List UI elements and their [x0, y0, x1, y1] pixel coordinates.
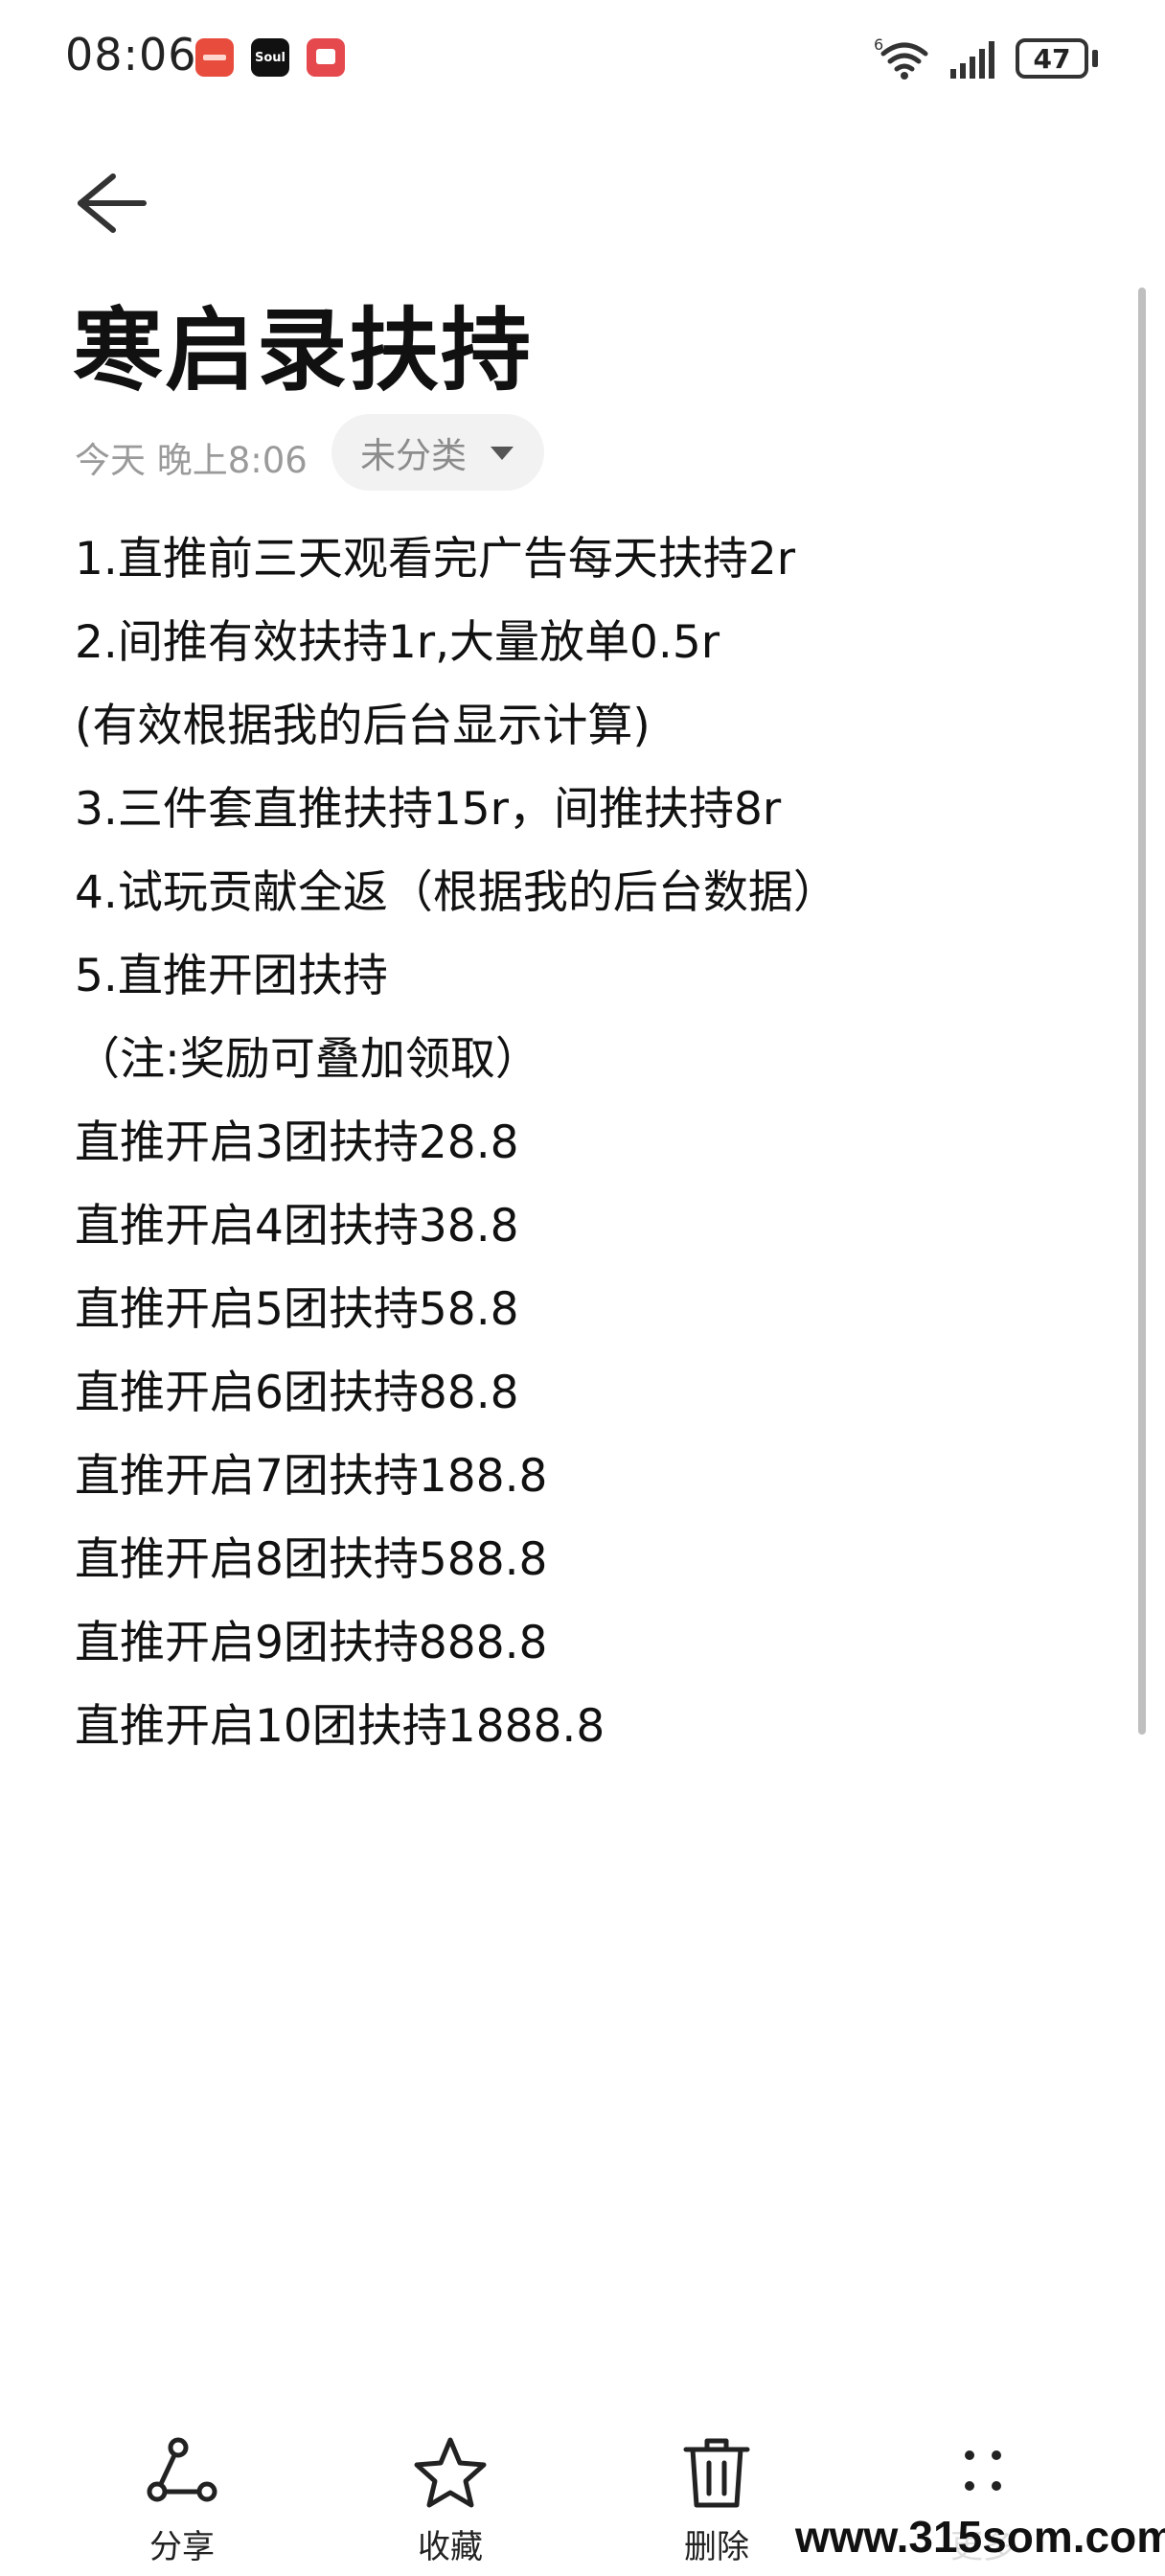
status-time: 08:06 [65, 29, 197, 80]
note-line: 直推开启9团扶持888.8 [75, 1617, 548, 1669]
note-line: 1.直推前三天观看完广告每天扶持2r [75, 533, 796, 586]
cellular-signal-icon [950, 41, 994, 79]
battery-indicator: 47 [1016, 38, 1088, 79]
delete-label: 删除 [684, 2528, 749, 2566]
note-line: 5.直推开团扶持 [75, 950, 388, 1002]
share-label: 分享 [149, 2528, 215, 2566]
status-bar: 08:06 Soul 6 47 [0, 0, 1165, 115]
note-date: 今天 晚上8:06 [75, 440, 308, 481]
favorite-label: 收藏 [418, 2528, 483, 2566]
note-body[interactable]: 1.直推前三天观看完广告每天扶持2r 2.间推有效扶持1r,大量放单0.5r (… [75, 518, 1090, 1768]
note-line: 4.试玩贡献全返（根据我的后台数据） [75, 866, 838, 919]
more-dots-icon [965, 2450, 1001, 2491]
note-line: 直推开启3团扶持28.8 [75, 1116, 519, 1169]
note-line: 直推开启6团扶持88.8 [75, 1367, 519, 1419]
arrow-left-icon[interactable] [71, 165, 151, 242]
note-title[interactable]: 寒启录扶持 [73, 278, 533, 408]
star-icon [414, 2437, 487, 2508]
scrollbar[interactable] [1138, 288, 1146, 1735]
delete-button[interactable]: 删除 [650, 2434, 784, 2568]
note-line: 直推开启4团扶持38.8 [75, 1200, 519, 1253]
soul-app-icon: Soul [251, 38, 289, 77]
wifi-icon: 6 [874, 35, 928, 80]
share-icon [147, 2437, 217, 2502]
battery-tip [1092, 50, 1098, 67]
trash-icon [683, 2438, 750, 2508]
share-button[interactable]: 分享 [115, 2434, 249, 2568]
category-selector[interactable]: 未分类 [331, 414, 544, 491]
caret-down-icon [491, 447, 514, 460]
note-line: （注:奖励可叠加领取） [75, 1033, 540, 1086]
category-label: 未分类 [360, 435, 467, 476]
note-line: 2.间推有效扶持1r,大量放单0.5r [75, 616, 720, 669]
note-line: 3.三件套直推扶持15r，间推扶持8r [75, 783, 782, 836]
network-type-label: 6 [874, 35, 883, 54]
watermark: www.315som.com [788, 2511, 1165, 2563]
note-line: 直推开启8团扶持588.8 [75, 1533, 548, 1586]
notification-message-icon [307, 38, 345, 77]
note-line: 直推开启7团扶持188.8 [75, 1450, 548, 1503]
note-line: 直推开启10团扶持1888.8 [75, 1700, 605, 1753]
note-line: 直推开启5团扶持58.8 [75, 1283, 519, 1336]
notification-app-icon [195, 38, 234, 77]
note-line: (有效根据我的后台显示计算) [75, 700, 651, 752]
favorite-button[interactable]: 收藏 [383, 2434, 517, 2568]
